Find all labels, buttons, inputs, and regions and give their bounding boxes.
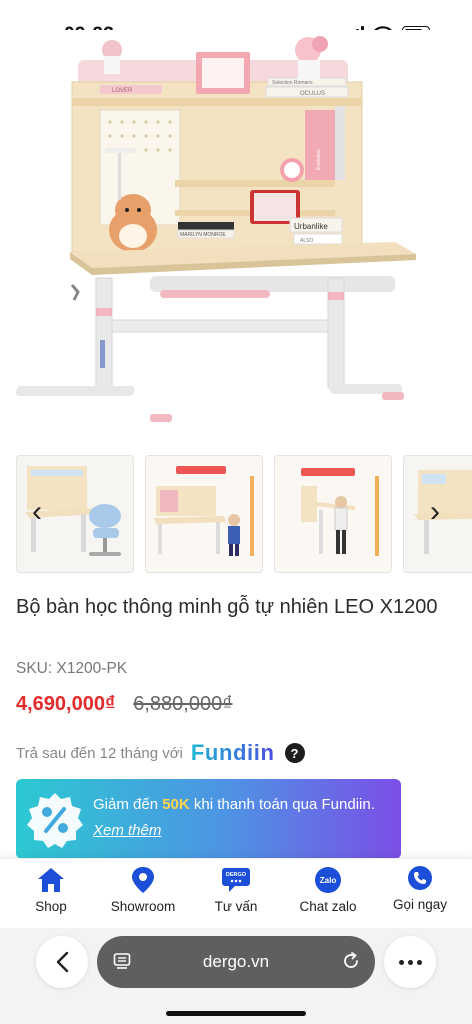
product-sku: SKU: X1200-PK bbox=[16, 660, 128, 677]
promo-see-more-link[interactable]: Xem thêm bbox=[93, 822, 161, 839]
promo-text: Giảm đến 50K khi thanh toán qua Fundiin. bbox=[93, 796, 375, 813]
svg-text:DERGO: DERGO bbox=[226, 872, 247, 878]
chevron-left-icon bbox=[56, 951, 69, 973]
nav-label: Shop bbox=[35, 899, 67, 914]
bottom-nav: Shop Showroom DERGO Tư vấn Zalo Chat zal… bbox=[0, 858, 472, 928]
browser-toolbar: dergo.vn bbox=[0, 928, 472, 1024]
nav-call-now[interactable]: Gọi ngay bbox=[375, 863, 465, 912]
percent-badge-icon bbox=[27, 793, 83, 848]
thumbnail-carousel bbox=[16, 455, 472, 573]
book-label: OCULUS bbox=[300, 91, 325, 97]
nav-label: Tư vấn bbox=[214, 899, 258, 914]
installment-text: Trả sau đến 12 tháng với bbox=[16, 744, 183, 762]
more-options-button[interactable] bbox=[384, 936, 436, 988]
nav-showroom[interactable]: Showroom bbox=[98, 865, 188, 914]
thumbnail[interactable] bbox=[274, 455, 392, 573]
book-label: ALSO bbox=[300, 238, 313, 244]
desk-illustration: LOVER Selection Romans OCULUS Evolution … bbox=[16, 36, 416, 422]
book-label: Evolution bbox=[316, 149, 322, 170]
book-label: LOVER bbox=[112, 88, 133, 94]
fundiin-promo-banner[interactable]: Giảm đến 50K khi thanh toán qua Fundiin.… bbox=[16, 779, 401, 859]
phone-icon bbox=[407, 863, 433, 893]
book-label: MARILYN MONROE bbox=[180, 232, 226, 238]
svg-text:Zalo: Zalo bbox=[320, 876, 337, 885]
book-label: Urbanlike bbox=[294, 222, 328, 231]
fundiin-logo: Fundiin bbox=[190, 740, 275, 765]
thumbnail[interactable] bbox=[145, 455, 263, 573]
home-icon bbox=[37, 865, 65, 895]
installment-info: Trả sau đến 12 tháng với Fundiin ? bbox=[16, 740, 305, 766]
zalo-icon: Zalo bbox=[314, 865, 342, 895]
nav-chat-zalo[interactable]: Zalo Chat zalo bbox=[283, 865, 373, 914]
more-dots-icon bbox=[398, 959, 404, 965]
product-main-image[interactable]: LOVER Selection Romans OCULUS Evolution … bbox=[0, 30, 472, 440]
nav-shop[interactable]: Shop bbox=[6, 865, 96, 914]
carousel-next-arrow[interactable]: › bbox=[424, 495, 446, 529]
home-indicator bbox=[166, 1011, 306, 1016]
nav-consult[interactable]: DERGO Tư vấn bbox=[191, 865, 281, 914]
reload-icon[interactable] bbox=[341, 951, 361, 971]
nav-label: Showroom bbox=[110, 899, 176, 914]
carousel-prev-arrow[interactable]: ‹ bbox=[26, 495, 48, 529]
page-menu-icon[interactable] bbox=[113, 952, 131, 970]
original-price: 6,880,000₫ bbox=[133, 693, 233, 715]
price-row: 4,690,000₫ 6,880,000₫ bbox=[16, 693, 233, 716]
nav-label: Gọi ngay bbox=[392, 897, 448, 912]
current-price: 4,690,000₫ bbox=[16, 693, 116, 715]
promo-discount: 50K bbox=[162, 796, 190, 813]
address-bar[interactable]: dergo.vn bbox=[97, 936, 375, 988]
nav-label: Chat zalo bbox=[299, 899, 357, 914]
location-pin-icon bbox=[131, 865, 155, 895]
book-label: Selection Romans bbox=[272, 80, 313, 86]
chat-bubble-icon: DERGO bbox=[221, 865, 251, 895]
url-text: dergo.vn bbox=[202, 952, 270, 971]
question-icon[interactable]: ? bbox=[284, 743, 305, 763]
product-title: Bộ bàn học thông minh gỗ tự nhiên LEO X1… bbox=[16, 596, 438, 618]
browser-back-button[interactable] bbox=[36, 936, 88, 988]
